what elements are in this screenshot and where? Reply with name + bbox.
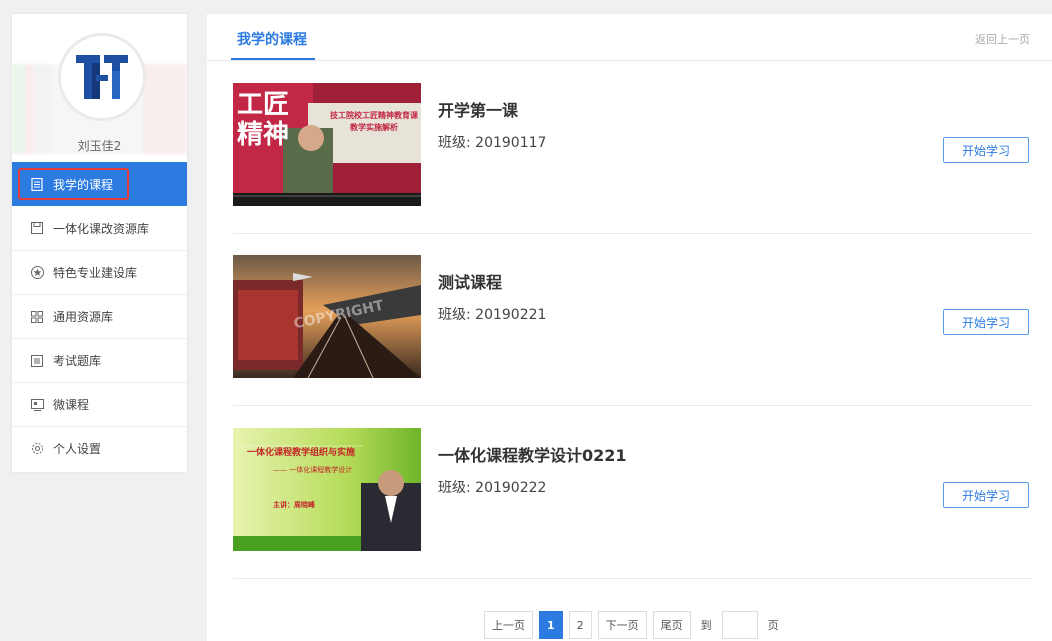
- back-link[interactable]: 返回上一页: [975, 31, 1030, 47]
- page-unit-label: 页: [767, 619, 779, 632]
- gear-icon: [30, 442, 44, 456]
- thumbnail-text: 教学实施解析: [350, 123, 398, 132]
- sidebar-item-label: 通用资源库: [53, 310, 114, 324]
- last-page-button[interactable]: 尾页: [652, 611, 691, 639]
- course-thumbnail[interactable]: 工匠 精神 技工院校工匠精神教育课 教学实施解析: [233, 83, 421, 206]
- course-thumbnail[interactable]: 一体化课程教学组织与实施 —— 一体化课程教学设计 主讲：周晓峰: [233, 428, 421, 551]
- sidebar-item-integrated-resources[interactable]: 一体化课改资源库: [12, 206, 187, 250]
- main-header: 我学的课程 返回上一页: [207, 14, 1052, 61]
- next-page-button[interactable]: 下一页: [597, 611, 647, 639]
- tab-underline: [231, 58, 315, 60]
- sidebar: 刘玉佳2 我学的课程 一体化课改资源库 特色专业建设库 通用资源库 考试题库 微…: [12, 14, 187, 472]
- avatar[interactable]: [58, 33, 146, 121]
- course-item: COPYRIGHT 测试课程 班级: 20190221 开始学习: [233, 234, 1033, 406]
- sidebar-item-micro-courses[interactable]: 微课程: [12, 382, 187, 426]
- start-learning-button[interactable]: 开始学习: [943, 309, 1029, 335]
- page-number-button[interactable]: 1: [539, 611, 563, 639]
- course-title[interactable]: 测试课程: [438, 269, 502, 293]
- list-icon: [30, 354, 44, 368]
- thumbnail-text: 精神: [237, 120, 290, 150]
- tab-my-courses[interactable]: 我学的课程: [237, 29, 307, 49]
- main-panel: 我学的课程 返回上一页 工匠 精神 技工院校工匠精神教育课 教学实施解析 开学第…: [207, 14, 1052, 641]
- start-learning-button[interactable]: 开始学习: [943, 137, 1029, 163]
- course-item: 一体化课程教学组织与实施 —— 一体化课程教学设计 主讲：周晓峰 一体化课程教学…: [233, 407, 1033, 579]
- course-title[interactable]: 一体化课程教学设计0221: [438, 442, 627, 466]
- thumbnail-text: —— 一体化课程教学设计: [273, 466, 353, 474]
- sidebar-item-featured-majors[interactable]: 特色专业建设库: [12, 250, 187, 294]
- goto-label: 到: [700, 619, 712, 632]
- video-board-icon: [30, 398, 44, 412]
- sidebar-item-label: 特色专业建设库: [53, 266, 138, 280]
- sidebar-item-my-courses[interactable]: 我学的课程: [12, 162, 187, 206]
- sidebar-item-label: 个人设置: [53, 442, 102, 456]
- course-class: 班级: 20190117: [438, 135, 547, 151]
- sidebar-item-exam-bank[interactable]: 考试题库: [12, 338, 187, 382]
- sidebar-item-label: 微课程: [53, 398, 90, 412]
- page-number-input[interactable]: [721, 611, 758, 639]
- course-thumbnail[interactable]: COPYRIGHT: [233, 255, 421, 378]
- thumbnail-text: 一体化课程教学组织与实施: [247, 448, 356, 458]
- course-class: 班级: 20190222: [438, 480, 547, 496]
- sidebar-item-personal-settings[interactable]: 个人设置: [12, 426, 187, 470]
- course-item: 工匠 精神 技工院校工匠精神教育课 教学实施解析 开学第一课 班级: 20190…: [233, 62, 1033, 234]
- star-circle-icon: [30, 266, 44, 280]
- pagination: 上一页 1 2 下一页 尾页 到 页: [484, 611, 783, 639]
- profile-panel: 刘玉佳2: [12, 14, 187, 162]
- thumbnail-text: 工匠: [237, 90, 290, 120]
- sidebar-item-label: 考试题库: [53, 354, 102, 368]
- start-learning-button[interactable]: 开始学习: [943, 482, 1029, 508]
- sidebar-item-general-resources[interactable]: 通用资源库: [12, 294, 187, 338]
- prev-page-button[interactable]: 上一页: [484, 611, 533, 639]
- grid-icon: [30, 310, 44, 324]
- page-number-button[interactable]: 2: [568, 611, 592, 639]
- course-title[interactable]: 开学第一课: [438, 97, 518, 121]
- username: 刘玉佳2: [77, 139, 122, 153]
- thumbnail-text: 主讲：周晓峰: [273, 501, 315, 509]
- thumbnail-text: 技工院校工匠精神教育课: [330, 111, 418, 120]
- logo-icon: [67, 42, 137, 112]
- course-class: 班级: 20190221: [438, 307, 547, 323]
- highlight-box: [18, 168, 129, 200]
- save-icon: [30, 221, 44, 235]
- sidebar-item-label: 一体化课改资源库: [53, 221, 150, 236]
